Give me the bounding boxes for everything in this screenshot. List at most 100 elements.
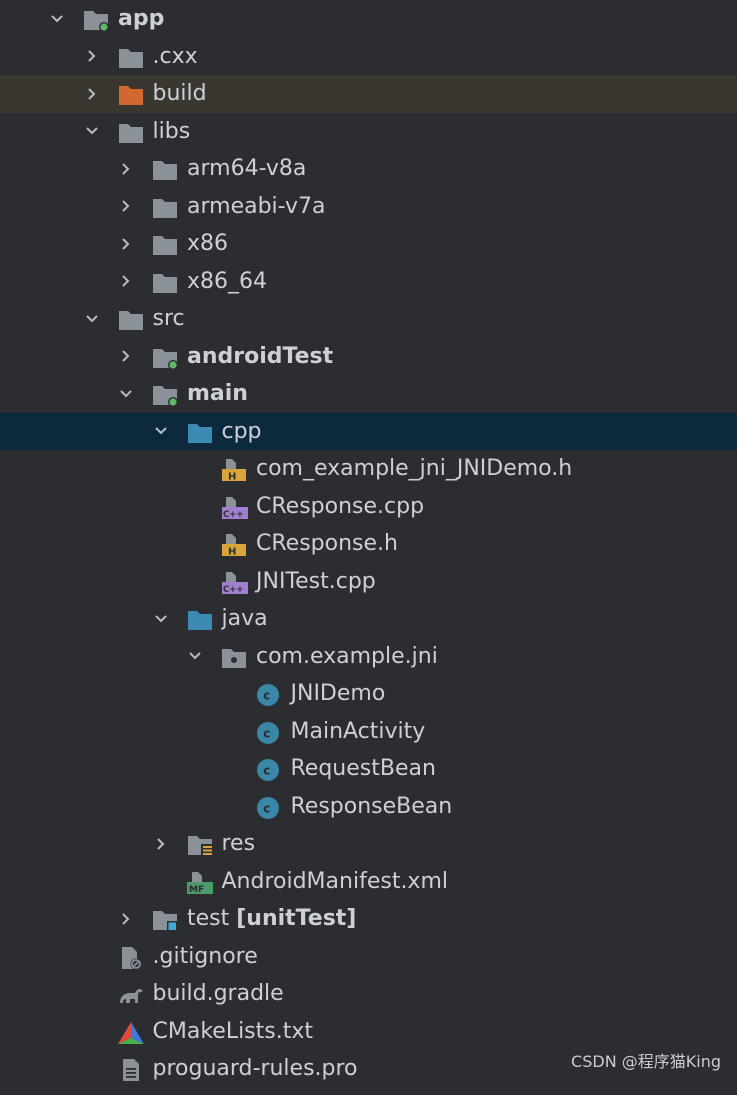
tree-item[interactable]: androidTest (0, 338, 737, 376)
chevron-right-icon[interactable] (116, 263, 136, 301)
tree-item-label: ResponseBean (290, 793, 453, 819)
tree-item-label: src (152, 306, 185, 331)
chevron-right-icon[interactable] (82, 75, 102, 113)
source-folder-icon (186, 420, 214, 444)
chevron-down-icon[interactable] (151, 600, 171, 638)
chevron-down-icon[interactable] (151, 413, 171, 451)
tree-item[interactable]: build.gradle (0, 975, 737, 1013)
text-file-icon (117, 1057, 145, 1081)
tree-item-label: CResponse.h (256, 531, 398, 556)
folder-icon (151, 195, 179, 219)
tree-item-label: androidTest (187, 343, 334, 369)
tree-item[interactable]: arm64-v8a (0, 150, 737, 188)
module-folder-icon (151, 345, 179, 370)
svg-text:C++: C++ (223, 510, 243, 520)
cpp-file-icon: C++ (220, 570, 248, 595)
tree-item-label: test [unitTest] (187, 906, 357, 931)
tree-item[interactable]: c MainActivity (0, 713, 737, 751)
tree-item[interactable]: c JNIDemo (0, 675, 737, 713)
tree-item-label: cpp (221, 418, 262, 444)
manifest-icon: MF (186, 870, 214, 895)
tree-item-label: build (152, 81, 207, 106)
tree-item-label: main (187, 381, 248, 406)
tree-item-label: .gitignore (152, 943, 258, 969)
gitignore-icon (117, 945, 145, 969)
tree-item[interactable]: .cxx (0, 38, 737, 76)
svg-text:H: H (228, 472, 236, 483)
tree-item[interactable]: C++ JNITest.cpp (0, 563, 737, 601)
resource-folder-icon (186, 832, 214, 857)
chevron-down-icon[interactable] (82, 300, 102, 338)
tree-item[interactable]: main (0, 375, 737, 413)
svg-text:c: c (263, 689, 270, 703)
header-file-icon: H (220, 457, 248, 483)
tree-item[interactable]: libs (0, 113, 737, 151)
svg-text:H: H (228, 547, 236, 558)
tree-item[interactable]: x86 (0, 225, 737, 263)
tree-item-label: CMakeLists.txt (152, 1018, 314, 1044)
header-file-icon: H (220, 532, 248, 558)
tree-item[interactable]: build (0, 75, 737, 113)
svg-text:c: c (263, 764, 270, 778)
tree-item[interactable]: src (0, 300, 737, 338)
tree-item[interactable]: c RequestBean (0, 750, 737, 788)
tree-item-label: .cxx (152, 43, 198, 69)
tree-item[interactable]: x86_64 (0, 263, 737, 301)
tree-item-label: res (221, 831, 256, 856)
chevron-right-icon[interactable] (82, 38, 102, 76)
chevron-right-icon[interactable] (116, 900, 136, 938)
tree-item-label: build.gradle (152, 981, 284, 1006)
chevron-right-icon[interactable] (151, 825, 171, 863)
project-tree: app .cxx build libs arm64-v8a armeabi-v7a x86 x… (0, 0, 737, 1088)
tree-item-label: AndroidManifest.xml (221, 868, 449, 894)
tree-item-label: JNITest.cpp (256, 568, 376, 594)
chevron-right-icon[interactable] (116, 225, 136, 263)
tree-item-label: com_example_jni_JNIDemo.h (256, 456, 573, 481)
class-icon: c (255, 720, 283, 744)
tree-item[interactable]: MF AndroidManifest.xml (0, 863, 737, 901)
chevron-down-icon[interactable] (116, 375, 136, 413)
tree-item[interactable]: res (0, 825, 737, 863)
tree-item[interactable]: test [unitTest] (0, 900, 737, 938)
chevron-right-icon[interactable] (116, 150, 136, 188)
class-icon: c (255, 795, 283, 819)
package-icon (220, 645, 248, 669)
tree-item[interactable]: H CResponse.h (0, 525, 737, 563)
watermark: CSDN @程序猫King (571, 1052, 721, 1071)
tree-item[interactable]: cpp (0, 412, 737, 451)
tree-item[interactable]: com.example.jni (0, 638, 737, 676)
tree-item[interactable]: app (0, 0, 737, 38)
tree-item[interactable]: CMakeLists.txt (0, 1013, 737, 1051)
tree-item[interactable]: .gitignore (0, 938, 737, 976)
chevron-down-icon[interactable] (82, 113, 102, 151)
chevron-down-icon[interactable] (185, 638, 205, 676)
chevron-down-icon[interactable] (47, 0, 67, 38)
class-icon: c (255, 757, 283, 781)
test-folder-icon (151, 907, 179, 931)
tree-item[interactable]: C++ CResponse.cpp (0, 488, 737, 526)
tree-item-label: app (118, 6, 165, 31)
class-icon: c (255, 682, 283, 706)
folder-icon (151, 157, 179, 181)
chevron-right-icon[interactable] (116, 188, 136, 226)
cmake-icon (117, 1020, 145, 1044)
chevron-right-icon[interactable] (116, 338, 136, 376)
source-set-badge: [unitTest] (236, 906, 357, 931)
folder-icon (117, 307, 145, 331)
tree-item-label: x86 (187, 231, 229, 256)
tree-item[interactable]: Hcom_example_jni_JNIDemo.h (0, 450, 737, 488)
tree-item[interactable]: java (0, 600, 737, 638)
module-folder-icon (82, 7, 110, 32)
folder-icon (151, 232, 179, 256)
tree-item-label: CResponse.cpp (256, 493, 425, 519)
tree-item-label: proguard-rules.pro (152, 1056, 358, 1081)
tree-item-label: armeabi-v7a (187, 193, 326, 219)
tree-item-label: java (221, 606, 268, 631)
svg-text:c: c (263, 726, 270, 740)
tree-item-label: JNIDemo (290, 681, 386, 706)
tree-item[interactable]: c ResponseBean (0, 788, 737, 826)
tree-item-label: com.example.jni (256, 643, 438, 669)
svg-text:C++: C++ (223, 585, 243, 595)
folder-icon (117, 120, 145, 144)
tree-item[interactable]: armeabi-v7a (0, 188, 737, 226)
